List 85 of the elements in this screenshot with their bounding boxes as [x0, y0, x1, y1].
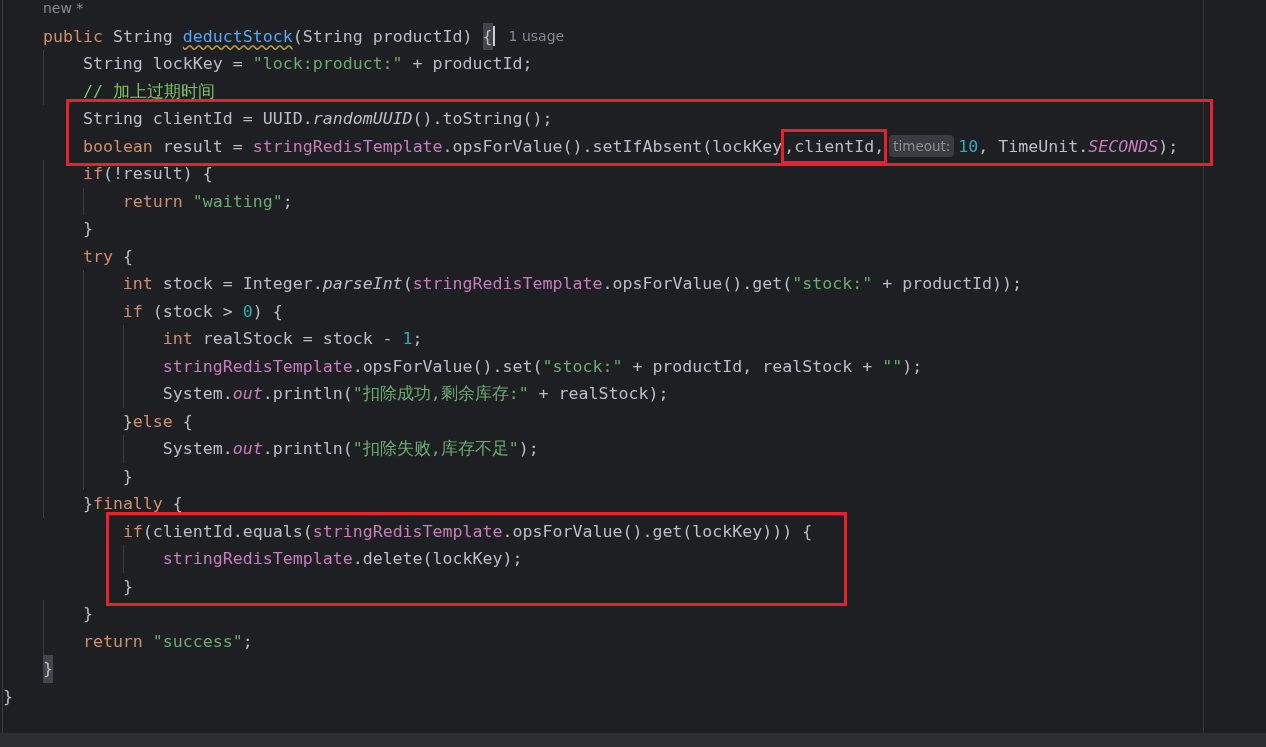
text-caret [492, 26, 495, 47]
field-name: stringRedisTemplate [252, 135, 443, 158]
string-literal: "stock:" [792, 273, 873, 295]
static-field-name: out [232, 438, 263, 460]
code-text: { [172, 493, 183, 515]
code-text: ) { [252, 300, 283, 323]
keyword: else [132, 410, 174, 433]
field-name: stringRedisTemplate [312, 520, 503, 543]
code-text: } [82, 493, 93, 515]
code-comment: // 加上过期时间 [82, 80, 215, 103]
keyword: if [82, 163, 103, 185]
number-literal: 0 [242, 300, 253, 323]
code-text: , TimeUnit. [978, 135, 1089, 158]
keyword: return [82, 630, 144, 653]
code-text: } [122, 465, 133, 488]
parameter-hint: timeout: [889, 135, 955, 158]
keyword: int [122, 273, 154, 295]
keyword: public [42, 25, 104, 48]
code-text: realStock = stock - [202, 328, 394, 350]
static-method-name: randomUUID [312, 108, 413, 130]
code-text: stock = Integer. [162, 273, 323, 295]
code-text: + productId)); [881, 273, 1023, 295]
string-literal: "waiting" [192, 190, 283, 213]
method-name: deductStock [182, 25, 293, 48]
code-text: + realStock); [537, 383, 669, 405]
field-name: stringRedisTemplate [412, 273, 603, 295]
code-text: (clientId.equals( [142, 520, 313, 543]
string-literal: "" [882, 355, 903, 378]
marked-code-text: ,clientId, [781, 128, 888, 164]
string-literal: "success" [152, 630, 243, 653]
field-name: stringRedisTemplate [162, 355, 353, 378]
static-method-name: parseInt [322, 273, 403, 295]
number-literal: 1 [402, 328, 413, 350]
string-literal: "stock:" [542, 355, 623, 378]
field-name: stringRedisTemplate [162, 548, 353, 570]
string-literal: "lock:product:" [252, 53, 403, 75]
static-field-name: out [232, 383, 263, 405]
code-text: + productId; [411, 53, 533, 75]
code-text: (!result) { [102, 163, 213, 185]
code-text: .opsForValue().set( [352, 355, 543, 378]
code-text: .delete(lockKey); [352, 548, 523, 570]
usage-hint: 1 usage [508, 26, 565, 46]
matched-bracket: { [482, 22, 493, 50]
code-text: .opsForValue().get( [602, 273, 793, 295]
code-text: ); [518, 438, 539, 460]
code-text: } [122, 410, 133, 433]
code-text: .println( [262, 383, 353, 405]
keyword: finally [92, 493, 164, 515]
code-text: } [82, 603, 93, 625]
code-text: { [182, 410, 193, 433]
code-text: .opsForValue().get(lockKey))) { [502, 520, 813, 543]
code-text: } [3, 685, 13, 708]
code-text: ; [282, 190, 293, 213]
keyword: return [122, 190, 184, 213]
keyword: try [82, 245, 114, 268]
code-text: result = [162, 135, 244, 158]
code-text: (stock > [152, 300, 234, 323]
string-literal: "扣除失败,库存不足" [352, 438, 519, 460]
code-text: ); [1158, 135, 1179, 158]
code-text: } [82, 218, 93, 240]
code-text: (String productId) [292, 25, 474, 48]
keyword: if [122, 300, 144, 323]
code-text: ; [242, 630, 253, 653]
code-text: .opsForValue().setIfAbsent(lockKey [442, 135, 783, 158]
code-text: String clientId = UUID. [82, 108, 313, 130]
code-text: { [122, 245, 133, 268]
code-text: ( [402, 273, 413, 295]
code-text: System. [162, 438, 233, 460]
keyword: boolean [82, 135, 154, 158]
code-text: ); [902, 355, 923, 378]
code-text: + productId, realStock + [631, 355, 874, 378]
matched-bracket: } [42, 655, 53, 683]
code-text: ().toString(); [412, 108, 553, 130]
keyword: int [162, 328, 194, 350]
static-field-name: SECONDS [1088, 135, 1159, 158]
code-text: ; [412, 328, 423, 350]
code-text: String lockKey = [82, 53, 244, 75]
number-literal: 10 [958, 135, 979, 158]
code-text: } [122, 575, 133, 598]
code-text: System. [162, 383, 233, 405]
usage-hint: new * [42, 0, 84, 18]
keyword: if [122, 520, 143, 543]
code-text: .println( [262, 438, 353, 460]
code-text: String [112, 25, 174, 48]
string-literal: "扣除成功,剩余库存:" [352, 383, 529, 405]
